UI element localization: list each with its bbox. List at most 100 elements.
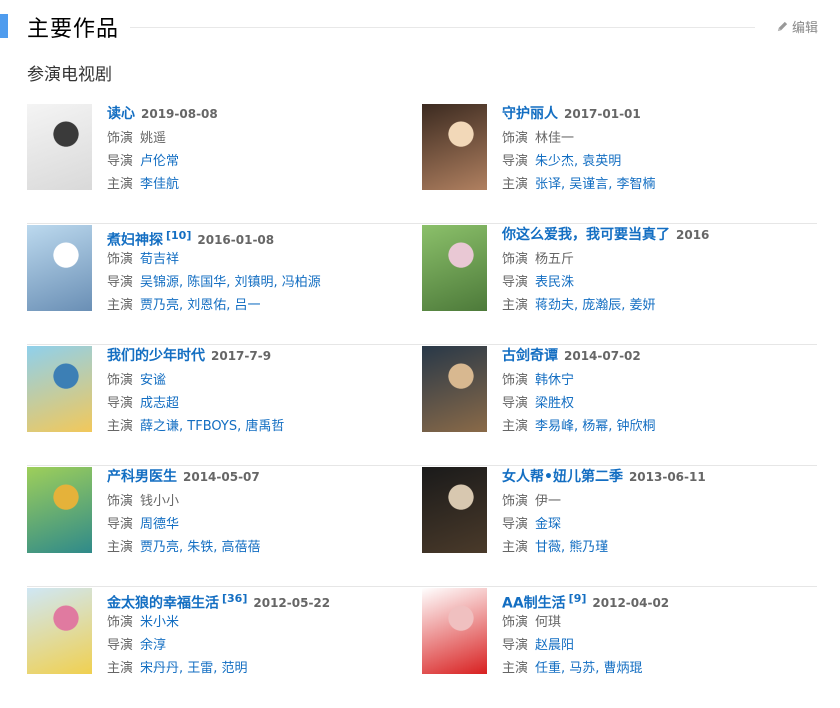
work-info: 煮妇神探 [10] 2016-01-08 饰演 荀吉祥 导演 吴锦源, 陈国华, 刘镇明, … — [107, 224, 321, 344]
cast-names[interactable]: 任重, 马苏, 曹炳琨 — [535, 661, 643, 676]
role-name[interactable]: 安谧 — [140, 373, 166, 388]
poster-image[interactable] — [422, 346, 487, 432]
cast-names[interactable]: 宋丹丹, 王雷, 范明 — [140, 661, 248, 676]
role-field: 饰演 韩休宁 — [502, 369, 656, 392]
cast-field: 主演 宋丹丹, 王雷, 范明 — [107, 657, 330, 680]
work-title-link[interactable]: 金太狼的幸福生活 — [107, 595, 219, 611]
role-name[interactable]: 荀吉祥 — [140, 252, 179, 267]
director-names[interactable]: 成志超 — [140, 396, 179, 411]
role-label: 饰演 — [107, 373, 134, 388]
work-title-link[interactable]: 我们的少年时代 — [107, 348, 205, 364]
cast-field: 主演 薛之谦, TFBOYS, 唐禹哲 — [107, 415, 284, 438]
release-date: 2014-07-02 — [564, 349, 641, 363]
cast-names[interactable]: 贾乃亮, 刘恩佑, 吕一 — [140, 298, 261, 313]
role-field: 饰演 钱小小 — [107, 490, 261, 513]
director-label: 导演 — [502, 638, 529, 653]
poster-image[interactable] — [27, 225, 92, 311]
subsection-title: 参演电视剧 — [27, 65, 112, 85]
work-title-line: 产科男医生 2014-05-07 — [107, 466, 261, 490]
cast-names[interactable]: 贾乃亮, 朱铁, 高蓓蓓 — [140, 540, 261, 555]
work-title-link[interactable]: 煮妇神探 — [107, 232, 163, 248]
work-title-link[interactable]: 你这么爱我，我可要当真了 — [502, 227, 670, 243]
director-names[interactable]: 表民洙 — [535, 275, 574, 290]
director-label: 导演 — [107, 638, 134, 653]
poster-image[interactable] — [27, 588, 92, 674]
work-title-line: AA制生活 [9] 2012-04-02 — [502, 587, 669, 611]
cast-names[interactable]: 李佳航 — [140, 177, 179, 192]
work-title-line: 金太狼的幸福生活 [36] 2012-05-22 — [107, 587, 330, 611]
work-info: 金太狼的幸福生活 [36] 2012-05-22 饰演 米小米 导演 余淳主演 宋丹丹, 王雷… — [107, 587, 330, 708]
director-names[interactable]: 赵晨阳 — [535, 638, 574, 653]
cast-field: 主演 张译, 吴谨言, 李智楠 — [502, 173, 656, 196]
role-label: 饰演 — [502, 252, 529, 267]
reference-link[interactable]: [9] — [569, 592, 587, 605]
cast-names[interactable]: 李易峰, 杨幂, 钟欣桐 — [535, 419, 656, 434]
role-name[interactable]: 米小米 — [140, 615, 179, 630]
role-label: 饰演 — [502, 131, 529, 146]
poster-image[interactable] — [422, 467, 487, 553]
director-names[interactable]: 周德华 — [140, 517, 179, 532]
director-label: 导演 — [107, 154, 134, 169]
cast-label: 主演 — [502, 540, 529, 555]
reference-link[interactable]: [10] — [166, 229, 191, 242]
poster-image[interactable] — [27, 467, 92, 553]
role-label: 饰演 — [107, 131, 134, 146]
work-title-link[interactable]: 产科男医生 — [107, 469, 177, 485]
release-date: 2012-05-22 — [253, 596, 331, 611]
role-label: 饰演 — [107, 615, 134, 630]
cast-names[interactable]: 甘薇, 熊乃瑾 — [535, 540, 608, 555]
work-info: AA制生活 [9] 2012-04-02 饰演 何琪 导演 赵晨阳 主演 任重, 马苏, 曹炳琨 — [502, 587, 669, 708]
director-field: 导演 金琛 — [502, 513, 706, 536]
role-name: 林佳一 — [535, 131, 575, 146]
cast-names[interactable]: 薛之谦, TFBOYS, 唐禹哲 — [140, 419, 284, 434]
work-item: AA制生活 [9] 2012-04-02 饰演 何琪 导演 赵晨阳 主演 任重, 马苏, 曹炳琨 — [422, 587, 817, 708]
title-divider — [130, 27, 755, 28]
director-names[interactable]: 金琛 — [535, 517, 561, 532]
director-label: 导演 — [502, 517, 529, 532]
work-info: 你这么爱我，我可要当真了 2016 饰演 杨五斤 导演 表民洙 主演 蒋劲夫, 庞瀚辰, 姜妍 — [502, 224, 709, 344]
edit-button[interactable]: 编辑 — [776, 17, 818, 36]
director-field: 导演 卢伦常 — [107, 150, 218, 173]
cast-label: 主演 — [502, 298, 529, 313]
works-row: 金太狼的幸福生活 [36] 2012-05-22 饰演 米小米 导演 余淳 主演 宋丹丹, 王雷… — [27, 587, 817, 708]
works-row: 煮妇神探 [10] 2016-01-08 饰演 荀吉祥 导演 吴锦源, 陈国华, 刘镇明, … — [27, 224, 817, 345]
cast-label: 主演 — [107, 540, 134, 555]
work-title-link[interactable]: 古剑奇谭 — [502, 348, 558, 364]
cast-field: 主演 贾乃亮, 刘恩佑, 吕一 — [107, 294, 321, 317]
cast-field: 主演 贾乃亮, 朱铁, 高蓓蓓 — [107, 536, 261, 559]
section-title: 主要作品 — [27, 17, 120, 42]
section-accent-bar — [0, 14, 8, 38]
role-name: 姚遥 — [140, 131, 167, 146]
reference-link[interactable]: [36] — [222, 592, 247, 605]
role-field: 饰演 何琪 — [502, 611, 669, 634]
role-name: 伊一 — [535, 494, 562, 509]
poster-image[interactable] — [422, 225, 487, 311]
role-name[interactable]: 韩休宁 — [535, 373, 574, 388]
director-names[interactable]: 梁胜权 — [535, 396, 574, 411]
work-title-link[interactable]: 读心 — [107, 106, 135, 122]
edit-label: 编辑 — [791, 21, 818, 36]
role-field: 饰演 安谧 — [107, 369, 284, 392]
work-title-link[interactable]: 守护丽人 — [502, 106, 558, 122]
director-names[interactable]: 朱少杰, 袁英明 — [535, 154, 621, 169]
director-field: 导演 周德华 — [107, 513, 261, 536]
cast-label: 主演 — [107, 177, 134, 192]
director-field: 导演 梁胜权 — [502, 392, 656, 415]
director-names[interactable]: 余淳 — [140, 638, 166, 653]
work-item: 你这么爱我，我可要当真了 2016 饰演 杨五斤 导演 表民洙 主演 蒋劲夫, 庞瀚辰, 姜妍 — [422, 224, 817, 344]
work-title-link[interactable]: AA制生活 — [502, 595, 566, 611]
director-names[interactable]: 吴锦源, 陈国华, 刘镇明, 冯柏源 — [140, 275, 321, 290]
director-label: 导演 — [502, 275, 529, 290]
poster-image[interactable] — [422, 104, 487, 190]
work-item: 金太狼的幸福生活 [36] 2012-05-22 饰演 米小米 导演 余淳主演 宋丹丹, 王雷… — [27, 587, 422, 708]
cast-names[interactable]: 蒋劲夫, 庞瀚辰, 姜妍 — [535, 298, 656, 313]
poster-image[interactable] — [422, 588, 487, 674]
director-names[interactable]: 卢伦常 — [140, 154, 179, 169]
release-date: 2019-08-08 — [141, 107, 218, 121]
work-item: 读心 2019-08-08 饰演 姚遥 导演 卢伦常 主演 李佳航 — [27, 103, 422, 223]
poster-image[interactable] — [27, 346, 92, 432]
cast-names[interactable]: 张译, 吴谨言, 李智楠 — [535, 177, 656, 192]
release-date: 2012-04-02 — [592, 596, 670, 611]
work-title-link[interactable]: 女人帮•妞儿第二季 — [502, 469, 623, 485]
poster-image[interactable] — [27, 104, 92, 190]
